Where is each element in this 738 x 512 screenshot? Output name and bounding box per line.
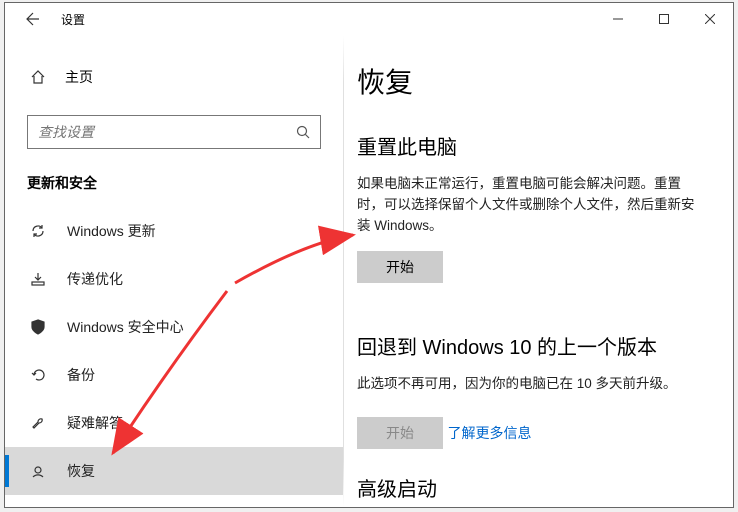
content-pane: 恢复 重置此电脑 如果电脑未正常运行，重置电脑可能会解决问题。重置时，可以选择保… bbox=[343, 35, 733, 507]
sidebar-item-troubleshoot[interactable]: 疑难解答 bbox=[5, 399, 343, 447]
sidebar-nav: Windows 更新 传递优化 Windows 安全中心 bbox=[5, 207, 343, 495]
window-controls bbox=[595, 3, 733, 35]
window-body: 主页 更新和安全 Windows 更新 bbox=[5, 35, 733, 507]
maximize-icon bbox=[659, 14, 669, 24]
sidebar-item-windows-update[interactable]: Windows 更新 bbox=[5, 207, 343, 255]
close-button[interactable] bbox=[687, 3, 733, 35]
sidebar-item-label: 疑难解答 bbox=[67, 413, 123, 433]
search-container bbox=[27, 115, 321, 149]
sidebar-item-label: 备份 bbox=[67, 365, 95, 385]
reset-start-button[interactable]: 开始 bbox=[357, 251, 443, 283]
sidebar-item-recovery[interactable]: 恢复 bbox=[5, 447, 343, 495]
close-icon bbox=[705, 14, 715, 24]
titlebar-left: 设置 bbox=[13, 3, 85, 35]
minimize-icon bbox=[613, 14, 623, 24]
sidebar-item-backup[interactable]: 备份 bbox=[5, 351, 343, 399]
home-label: 主页 bbox=[65, 67, 93, 87]
backup-icon bbox=[29, 367, 47, 383]
settings-window: 设置 主页 bbox=[4, 2, 734, 508]
learn-more-link[interactable]: 了解更多信息 bbox=[447, 423, 531, 443]
window-title: 设置 bbox=[61, 11, 85, 28]
sync-icon bbox=[29, 223, 47, 239]
rollback-start-button: 开始 bbox=[357, 417, 443, 449]
maximize-button[interactable] bbox=[641, 3, 687, 35]
arrow-left-icon bbox=[23, 11, 39, 27]
sidebar-item-label: 传递优化 bbox=[67, 269, 123, 289]
shield-icon bbox=[29, 319, 47, 335]
back-button[interactable] bbox=[13, 3, 49, 35]
rollback-heading: 回退到 Windows 10 的上一个版本 bbox=[357, 331, 699, 360]
advanced-startup-heading: 高级启动 bbox=[357, 473, 699, 502]
delivery-icon bbox=[29, 271, 47, 287]
page-title: 恢复 bbox=[357, 61, 699, 101]
rollback-description: 此选项不再可用，因为你的电脑已在 10 多天前升级。 bbox=[357, 374, 699, 395]
content-divider bbox=[343, 35, 344, 507]
home-link[interactable]: 主页 bbox=[5, 57, 343, 97]
sidebar-item-windows-security[interactable]: Windows 安全中心 bbox=[5, 303, 343, 351]
sidebar-section-label: 更新和安全 bbox=[27, 173, 343, 193]
sidebar-item-label: Windows 更新 bbox=[67, 221, 156, 241]
home-icon bbox=[29, 69, 47, 85]
sidebar-item-label: 恢复 bbox=[67, 461, 95, 481]
sidebar-item-label: Windows 安全中心 bbox=[67, 317, 184, 337]
wrench-icon bbox=[29, 415, 47, 431]
search-input[interactable] bbox=[38, 124, 296, 140]
sidebar: 主页 更新和安全 Windows 更新 bbox=[5, 35, 343, 507]
search-box[interactable] bbox=[27, 115, 321, 149]
sidebar-item-delivery-optimization[interactable]: 传递优化 bbox=[5, 255, 343, 303]
reset-heading: 重置此电脑 bbox=[357, 131, 699, 160]
recovery-icon bbox=[29, 463, 47, 479]
reset-description: 如果电脑未正常运行，重置电脑可能会解决问题。重置时，可以选择保留个人文件或删除个… bbox=[357, 174, 699, 237]
titlebar: 设置 bbox=[5, 3, 733, 35]
minimize-button[interactable] bbox=[595, 3, 641, 35]
search-icon bbox=[296, 125, 310, 139]
